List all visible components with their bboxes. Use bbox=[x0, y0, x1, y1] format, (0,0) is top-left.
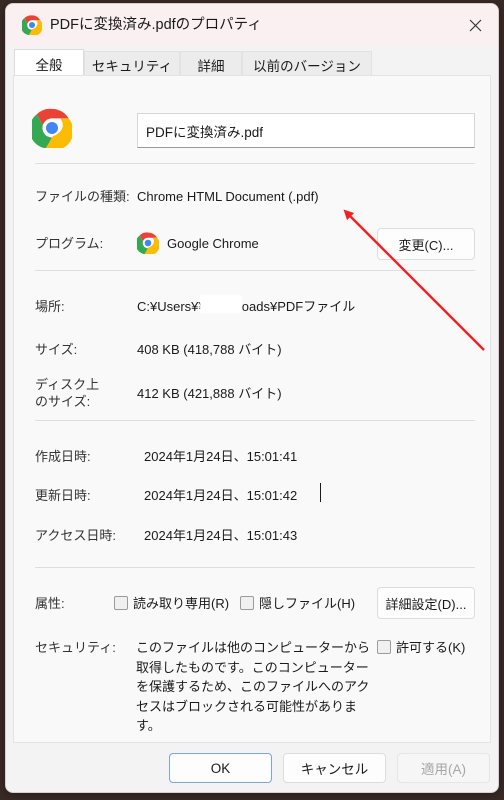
unblock-checkbox-label: 許可する(K) bbox=[396, 640, 466, 655]
readonly-checkbox-label: 読み取り専用(R) bbox=[133, 596, 230, 611]
chrome-icon bbox=[32, 108, 72, 148]
location-prefix: C:¥Users¥ bbox=[137, 299, 199, 314]
security-label: セキュリティ: bbox=[35, 640, 116, 655]
size-value: 408 KB (418,788 バイト) bbox=[137, 342, 282, 357]
filename-input[interactable] bbox=[137, 113, 475, 148]
cancel-button[interactable]: キャンセル bbox=[283, 753, 386, 783]
tab-bar: 全般 セキュリティ 詳細 以前のバージョン bbox=[6, 46, 498, 78]
created-value: 2024年1月24日、15:01:41 bbox=[144, 449, 298, 464]
tab-security[interactable]: セキュリティ bbox=[84, 51, 180, 78]
window-title: PDFに変換済み.pdfのプロパティ bbox=[50, 17, 262, 33]
advanced-settings-button[interactable]: 詳細設定(D)... bbox=[377, 587, 475, 619]
program-value: Google Chrome bbox=[167, 236, 259, 251]
accessed-value: 2024年1月24日、15:01:43 bbox=[144, 528, 298, 543]
security-warning-text: このファイルは他のコンピューターから取得したものです。このコンピューターを保護す… bbox=[136, 640, 371, 733]
properties-dialog: PDFに変換済み.pdfのプロパティ 全般 セキュリティ 詳細 以前のバージョン bbox=[5, 3, 499, 793]
redacted-username bbox=[200, 295, 242, 313]
apply-button: 適用(A) bbox=[397, 753, 490, 783]
tab-security-label: セキュリティ bbox=[91, 59, 173, 74]
change-program-button[interactable]: 変更(C)... bbox=[377, 228, 475, 260]
close-button[interactable] bbox=[452, 4, 498, 46]
checkbox-box bbox=[114, 595, 128, 610]
chrome-icon bbox=[137, 232, 159, 254]
created-label: 作成日時: bbox=[35, 449, 91, 464]
ok-button[interactable]: OK bbox=[169, 753, 272, 783]
file-type-value: Chrome HTML Document (.pdf) bbox=[137, 189, 319, 204]
tab-details-label: 詳細 bbox=[197, 59, 225, 74]
change-program-button-label: 変更(C)... bbox=[398, 237, 454, 253]
close-icon bbox=[469, 19, 481, 31]
tab-previous-versions[interactable]: 以前のバージョン bbox=[242, 51, 372, 78]
divider-4 bbox=[35, 567, 475, 568]
size-on-disk-label-line2: のサイズ: bbox=[35, 394, 91, 409]
apply-button-label: 適用(A) bbox=[421, 762, 466, 777]
size-on-disk-label-line1: ディスク上 bbox=[35, 377, 100, 392]
advanced-settings-button-label: 詳細設定(D)... bbox=[385, 596, 467, 612]
title-bar: PDFに変換済み.pdfのプロパティ bbox=[6, 4, 498, 46]
size-label: サイズ: bbox=[35, 342, 78, 357]
accessed-label: アクセス日時: bbox=[35, 528, 116, 543]
chrome-icon bbox=[22, 15, 42, 35]
tab-general[interactable]: 全般 bbox=[14, 49, 84, 78]
dialog-footer: OK キャンセル 適用(A) bbox=[6, 744, 498, 792]
divider-2 bbox=[35, 270, 475, 271]
file-type-label: ファイルの種類: bbox=[35, 189, 130, 204]
cancel-button-label: キャンセル bbox=[300, 762, 369, 777]
unblock-checkbox[interactable]: 許可する(K) bbox=[377, 637, 465, 656]
modified-label: 更新日時: bbox=[35, 488, 91, 503]
attributes-label: 属性: bbox=[35, 596, 65, 611]
size-on-disk-value: 412 KB (421,888 バイト) bbox=[137, 386, 282, 401]
tab-general-label: 全般 bbox=[35, 58, 63, 73]
location-label: 場所: bbox=[35, 299, 65, 314]
ok-button-label: OK bbox=[210, 760, 231, 776]
checkbox-box bbox=[240, 595, 254, 610]
general-tab-panel: ファイルの種類: Chrome HTML Document (.pdf) プログ… bbox=[13, 75, 491, 743]
program-label: プログラム: bbox=[35, 236, 104, 251]
hidden-checkbox-label: 隠しファイル(H) bbox=[259, 596, 356, 611]
divider-3 bbox=[35, 420, 475, 421]
hidden-checkbox[interactable]: 隠しファイル(H) bbox=[240, 593, 355, 612]
divider-1 bbox=[35, 163, 475, 164]
tab-details[interactable]: 詳細 bbox=[180, 51, 242, 78]
location-value: C:¥Users¥¥Downloads¥PDFファイル bbox=[137, 298, 355, 315]
modified-value: 2024年1月24日、15:01:42 bbox=[144, 488, 298, 503]
tab-previous-versions-label: 以前のバージョン bbox=[253, 59, 361, 74]
readonly-checkbox[interactable]: 読み取り専用(R) bbox=[114, 593, 229, 612]
checkbox-box bbox=[377, 639, 391, 654]
size-on-disk-label: ディスク上 のサイズ: bbox=[35, 376, 99, 410]
text-caret bbox=[320, 483, 321, 502]
